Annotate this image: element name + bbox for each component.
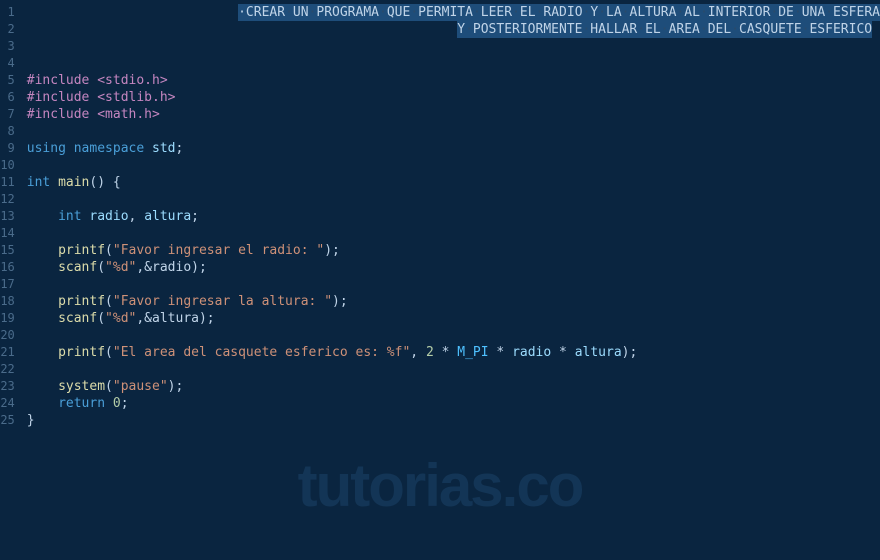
include-header: <math.h> [97,107,160,122]
function-system: system [58,379,105,394]
line-number: 4 [0,55,15,72]
code-line: int radio, altura; [27,208,880,225]
preprocessor-directive: #include [27,107,97,122]
code-line [27,38,880,55]
scanf-args: ,&radio); [136,260,206,275]
type-int: int [27,175,50,190]
function-scanf: scanf [58,311,97,326]
number-literal: 2 [426,345,434,360]
code-line [27,55,880,72]
line-number: 25 [0,412,15,429]
code-line: printf("Favor ingresar la altura: "); [27,293,880,310]
code-line: scanf("%d",&radio); [27,259,880,276]
line-number: 23 [0,378,15,395]
selected-comment-text: ·CREAR·UN·PROGRAMA·QUE·PERMITA·LEER·EL·R… [238,4,880,21]
code-line: int main() { [27,174,880,191]
code-line: #include <stdlib.h> [27,89,880,106]
preprocessor-directive: #include [27,73,97,88]
code-line [27,157,880,174]
code-line: using namespace std; [27,140,880,157]
identifier-radio: radio [89,209,128,224]
line-number: 22 [0,361,15,378]
function-printf: printf [58,345,105,360]
code-line: printf("El area del casquete esferico es… [27,344,880,361]
preprocessor-directive: #include [27,90,97,105]
line-number: 11 [0,174,15,191]
identifier-std: std [152,141,175,156]
function-printf: printf [58,243,105,258]
line-number: 15 [0,242,15,259]
function-scanf: scanf [58,260,97,275]
line-number: 3 [0,38,15,55]
line-number: 7 [0,106,15,123]
line-number: 2 [0,21,15,38]
string-literal: "%d" [105,260,136,275]
code-line [27,191,880,208]
line-number: 5 [0,72,15,89]
function-printf: printf [58,294,105,309]
line-number: 12 [0,191,15,208]
line-number: 13 [0,208,15,225]
function-main: main [58,175,89,190]
watermark-text: tutorias.co [298,451,583,520]
string-literal: "%d" [105,311,136,326]
selected-comment-text: Y·POSTERIORMENTE·HALLAR·EL·AREA·DEL·CASQ… [457,21,872,38]
line-number: 20 [0,327,15,344]
line-number-gutter: 1 2 3 4 5 6 7 8 9 10 11 12 13 14 15 16 1… [0,0,27,560]
keyword-return: return [58,396,105,411]
line-number: 17 [0,276,15,293]
line-number: 9 [0,140,15,157]
code-line: printf("Favor ingresar el radio: "); [27,242,880,259]
code-line [27,225,880,242]
code-line: #include <stdio.h> [27,72,880,89]
code-line: system("pause"); [27,378,880,395]
code-line [27,276,880,293]
code-line: Y·POSTERIORMENTE·HALLAR·EL·AREA·DEL·CASQ… [27,21,880,38]
identifier-radio: radio [512,345,551,360]
line-number: 19 [0,310,15,327]
code-line [27,123,880,140]
identifier-altura: altura [575,345,622,360]
scanf-args: ,&altura); [136,311,214,326]
keyword-namespace: namespace [74,141,144,156]
line-number: 8 [0,123,15,140]
line-number: 24 [0,395,15,412]
line-number: 21 [0,344,15,361]
type-int: int [58,209,81,224]
code-line: ·CREAR·UN·PROGRAMA·QUE·PERMITA·LEER·EL·R… [27,4,880,21]
constant-mpi: M_PI [457,345,488,360]
code-line [27,361,880,378]
include-header: <stdio.h> [97,73,167,88]
include-header: <stdlib.h> [97,90,175,105]
identifier-altura: altura [144,209,191,224]
code-line: } [27,412,880,429]
code-line: scanf("%d",&altura); [27,310,880,327]
line-number: 14 [0,225,15,242]
string-literal: "Favor ingresar la altura: " [113,294,332,309]
line-number: 16 [0,259,15,276]
code-line: return 0; [27,395,880,412]
keyword-using: using [27,141,66,156]
string-literal: "El area del casquete esferico es: %f" [113,345,410,360]
line-number: 10 [0,157,15,174]
line-number: 1 [0,4,15,21]
line-number: 6 [0,89,15,106]
string-literal: "pause" [113,379,168,394]
string-literal: "Favor ingresar el radio: " [113,243,324,258]
code-line: #include <math.h> [27,106,880,123]
code-line [27,327,880,344]
number-literal: 0 [113,396,121,411]
line-number: 18 [0,293,15,310]
